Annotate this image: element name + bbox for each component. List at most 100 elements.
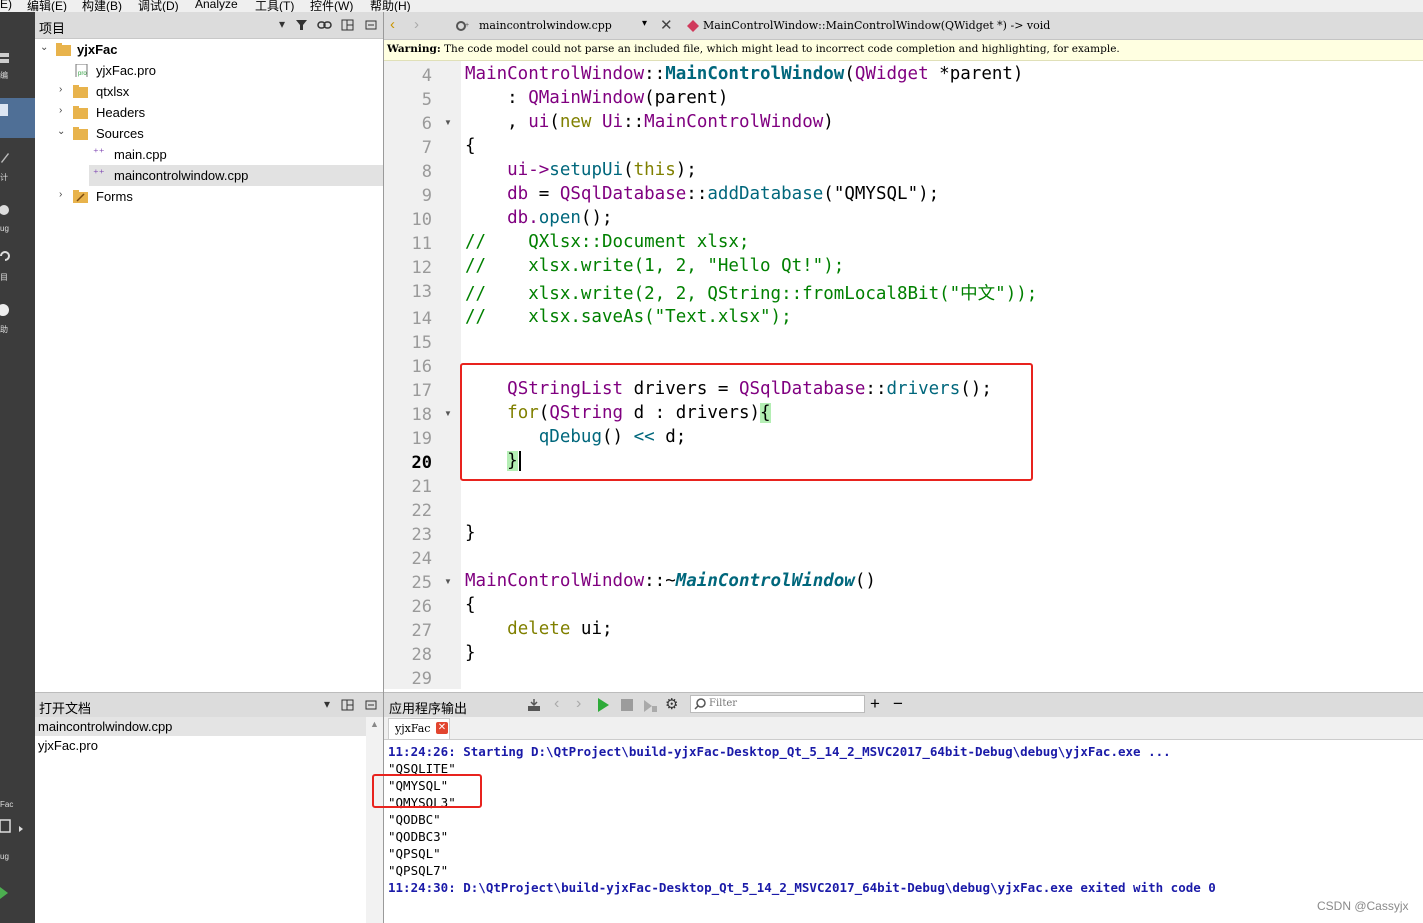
output-tab-yjxfac[interactable]: yjxFac ✕	[388, 718, 450, 739]
projects-icon	[0, 251, 10, 261]
gear-icon[interactable]: ⚙	[665, 695, 678, 713]
mode-design[interactable]	[0, 98, 35, 138]
mode-design-2[interactable]: 计	[0, 148, 35, 188]
chevron-down-icon[interactable]: ⌄	[40, 42, 48, 53]
menu-item-analyze[interactable]: Analyze	[195, 0, 238, 11]
close-pane-icon[interactable]	[364, 697, 378, 713]
stop-icon[interactable]	[620, 698, 634, 712]
output-pane-header: 应用程序输出 ‹ › ⚙ Filter + −	[384, 692, 1423, 717]
mode-projects[interactable]: 目	[0, 248, 35, 288]
close-editor-icon[interactable]: ✕	[660, 16, 673, 34]
link-icon[interactable]	[317, 17, 333, 33]
previous-icon[interactable]: ‹	[554, 695, 559, 713]
debug-icon	[0, 205, 9, 215]
chevron-right-icon[interactable]: ›	[59, 189, 62, 200]
menu-item-file-edge[interactable]: E)	[0, 0, 12, 11]
mode-debug-label: ug	[0, 224, 9, 233]
zoom-out-icon[interactable]: −	[893, 694, 903, 714]
output-filter-input[interactable]: Filter	[690, 695, 865, 713]
tree-item-label: Headers	[96, 105, 146, 120]
tree-item-yjxfac[interactable]: ⌄ yjxFac	[35, 39, 383, 60]
split-icon[interactable]	[340, 17, 356, 33]
warning-bar: Warning: The code model could not parse …	[384, 40, 1423, 61]
code-line: ui->setupUi(this);	[465, 160, 697, 180]
pencil-icon	[1, 153, 9, 163]
view-selector-chevron-down-icon[interactable]: ▾	[275, 17, 289, 33]
run-icon[interactable]	[0, 886, 10, 900]
open-document-item[interactable]: yjxFac.pro	[35, 736, 366, 755]
close-tab-icon[interactable]: ✕	[436, 722, 448, 734]
output-text-area[interactable]	[384, 740, 1423, 923]
line-number: 18	[411, 405, 432, 425]
project-tree: ⌄ yjxFac pro yjxFac.pro › qtxlsx › Heade…	[35, 39, 383, 689]
attach-debugger-icon[interactable]	[526, 697, 542, 713]
file-combo[interactable]: maincontrolwindow.cpp	[479, 19, 612, 32]
tree-item-maincontrolwindow-cpp[interactable]: ⁺⁺ maincontrolwindow.cpp	[89, 165, 383, 186]
code-line: , ui(new Ui::MainControlWindow)	[465, 112, 834, 132]
line-number-current: 20	[411, 453, 432, 473]
tree-item-pro-file[interactable]: pro yjxFac.pro	[35, 60, 383, 81]
scroll-up-icon[interactable]: ▲	[370, 719, 379, 729]
fold-marker-icon[interactable]: ▼	[444, 118, 452, 127]
kit-selector-icon[interactable]	[0, 818, 26, 840]
project-pane-header: 项目 ▾	[35, 12, 383, 39]
mode-edit[interactable]: 编	[0, 50, 35, 84]
symbol-combo[interactable]: MainControlWindow::MainControlWindow(QWi…	[703, 19, 1050, 32]
back-icon[interactable]: ‹	[390, 16, 395, 33]
chevron-down-icon[interactable]: ▾	[642, 18, 647, 29]
line-number: 16	[411, 357, 432, 377]
menu-item-help[interactable]: 帮助(H)	[370, 0, 411, 12]
chevron-right-icon[interactable]: ›	[59, 105, 62, 116]
line-number: 23	[411, 525, 432, 545]
menu-item-tools[interactable]: 工具(T)	[255, 0, 294, 12]
split-icon[interactable]	[340, 697, 356, 713]
chevron-right-icon[interactable]: ›	[59, 84, 62, 95]
menu-item-debug[interactable]: 调试(D)	[138, 0, 179, 12]
fold-marker-icon[interactable]: ▼	[444, 409, 452, 418]
filter-icon[interactable]	[294, 17, 310, 33]
line-number: 28	[411, 645, 432, 665]
tree-item-sources[interactable]: ⌄ Sources	[35, 123, 383, 144]
menu-item-build[interactable]: 构建(B)	[82, 0, 122, 12]
open-documents-scrollbar[interactable]: ▲	[366, 717, 383, 923]
tree-item-qtxlsx[interactable]: › qtxlsx	[35, 81, 383, 102]
line-number: 14	[411, 309, 432, 329]
line-number: 15	[411, 333, 432, 353]
open-document-label: yjxFac.pro	[38, 738, 98, 753]
help-icon	[0, 304, 9, 316]
menu-item-widgets[interactable]: 控件(W)	[310, 0, 353, 12]
edit-icon	[0, 53, 9, 63]
editor-toolbar: ‹ › + maincontrolwindow.cpp ▾ ✕ MainCont…	[384, 12, 1423, 40]
code-line: {	[465, 595, 476, 615]
chevron-down-icon[interactable]: ▾	[321, 697, 333, 713]
line-number: 13	[411, 282, 432, 302]
code-line: delete ui;	[507, 619, 613, 639]
line-number: 11	[411, 234, 432, 254]
run-icon[interactable]	[597, 697, 611, 713]
code-line-comment: // QXlsx::Document xlsx;	[465, 232, 750, 252]
output-line: "QPSQL"	[388, 846, 441, 861]
zoom-in-icon[interactable]: +	[870, 694, 880, 714]
mode-bar: 编 计 ug 目 助 Fac ug	[0, 12, 35, 923]
open-document-item[interactable]: maincontrolwindow.cpp	[35, 717, 366, 736]
filter-placeholder: Filter	[709, 698, 738, 709]
chevron-down-icon[interactable]: ⌄	[57, 126, 65, 137]
mode-projects-label: 目	[0, 273, 8, 282]
step-icon[interactable]	[642, 697, 658, 713]
mode-help[interactable]: 助	[0, 302, 35, 342]
code-line: db.open();	[465, 208, 613, 228]
line-number: 22	[411, 501, 432, 521]
tree-item-headers[interactable]: › Headers	[35, 102, 383, 123]
tree-item-main-cpp[interactable]: ⁺⁺ main.cpp	[35, 144, 383, 165]
next-icon[interactable]: ›	[576, 695, 581, 713]
kit-build-label: ug	[0, 852, 9, 861]
close-pane-icon[interactable]	[364, 17, 378, 33]
fold-marker-icon[interactable]: ▼	[444, 577, 452, 586]
line-number: 9	[421, 186, 432, 206]
mode-debug[interactable]: ug	[0, 200, 35, 240]
tree-item-forms[interactable]: › Forms	[35, 186, 383, 207]
cpp-file-icon: ⁺⁺	[93, 168, 105, 180]
forward-icon[interactable]: ›	[414, 16, 419, 33]
menu-item-edit[interactable]: 编辑(E)	[27, 0, 67, 12]
line-number: 19	[411, 429, 432, 449]
